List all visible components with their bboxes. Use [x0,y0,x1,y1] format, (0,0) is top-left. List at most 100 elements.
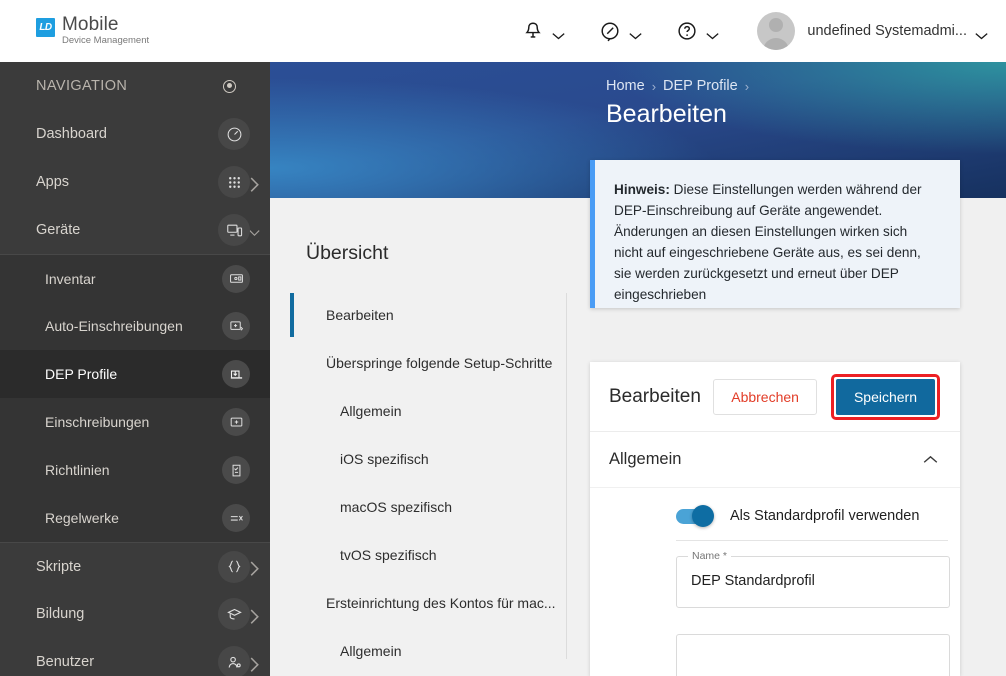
help-menu[interactable] [672,14,723,48]
overview-nav-list: Bearbeiten Überspringe folgende Setup-Sc… [270,291,590,675]
chevron-down-icon [249,225,260,236]
save-button[interactable]: Speichern [835,378,935,415]
default-profile-toggle-row: Als Standardprofil verwenden [590,488,960,527]
sidebar-item-dashboard[interactable]: Dashboard [0,110,270,158]
top-bar: LD Mobile Device Management undefined Sy… [0,0,1006,62]
sidebar-item-skripte[interactable]: Skripte [0,542,270,590]
brand-subtitle: Device Management [62,35,150,46]
chevron-right-icon [249,561,260,576]
sidebar: NAVIGATION Dashboard Apps Geräte Inventa… [0,62,270,676]
sidebar-header: NAVIGATION [0,62,270,110]
edit-card-actions: Abbrechen Speichern [713,373,941,420]
help-question-icon [676,20,698,42]
grid-apps-icon [218,166,250,198]
graduation-cap-icon [218,598,250,630]
chevron-down-icon [552,27,566,40]
default-profile-toggle-label: Als Standardprofil verwenden [730,508,920,524]
sidebar-item-label: Apps [36,174,70,190]
dep-profile-icon [222,360,250,388]
compass-icon [599,20,621,42]
page-title: Bearbeiten [606,100,727,128]
sidebar-item-label: Dashboard [36,126,107,142]
sidebar-item-label: Geräte [36,222,81,238]
edit-card-title: Bearbeiten [609,385,701,407]
sidebar-item-label: Skripte [36,558,82,575]
breadcrumb-separator-icon: › [744,78,750,94]
overview-item-skip-allgemein[interactable]: Allgemein [270,387,590,435]
user-name: undefined Systemadmi... [807,23,967,39]
breadcrumb: Home › DEP Profile › [606,78,749,94]
notice-label: Hinweis: [614,182,670,197]
sidebar-item-dep-profile[interactable]: DEP Profile [0,350,270,398]
name-field[interactable]: Name * DEP Standardprofil [676,550,950,608]
overview-item-skip-macos[interactable]: macOS spezifisch [270,483,590,531]
breadcrumb-link-dep-profile[interactable]: DEP Profile [663,78,738,94]
chevron-down-icon [706,27,720,40]
brand-title: Mobile [62,14,119,35]
sidebar-item-label: Inventar [45,270,96,287]
sidebar-item-label: Richtlinien [45,462,110,478]
notifications-bell-icon [522,20,544,42]
explore-menu[interactable] [595,14,646,48]
overview-heading: Übersicht [306,242,389,264]
brand-mark-icon: LD [36,18,55,37]
name-field-value: DEP Standardprofil [691,573,815,589]
chevron-right-icon [249,609,260,624]
chevron-right-icon [249,657,260,672]
hinweis-notice: Hinweis: Diese Einstellungen werden währ… [590,160,960,308]
breadcrumb-link-home[interactable]: Home [606,78,645,94]
notifications-menu[interactable] [518,14,569,48]
enroll-icon [222,408,250,436]
overview-item-account-setup[interactable]: Ersteinrichtung des Kontos für mac... [270,579,590,627]
edit-card-header: Bearbeiten Abbrechen Speichern [590,362,960,432]
section-header-allgemein[interactable]: Allgemein [590,432,960,488]
overview-item-bearbeiten[interactable]: Bearbeiten [270,291,590,339]
sidebar-header-label: NAVIGATION [36,78,128,94]
chevron-down-icon [629,27,643,40]
collapse-sidebar-icon[interactable] [223,79,236,93]
sidebar-item-label: Benutzer [36,654,95,670]
save-button-highlight: Speichern [830,373,941,420]
overview-item-skip-tvos[interactable]: tvOS spezifisch [270,531,590,579]
overview-item-account-allgemein[interactable]: Allgemein [270,627,590,675]
section-title: Allgemein [609,450,682,468]
cancel-button[interactable]: Abbrechen [713,378,817,415]
sidebar-item-inventar[interactable]: Inventar [0,254,270,302]
sidebar-item-richtlinien[interactable]: Richtlinien [0,446,270,494]
overview-item-skip-ios[interactable]: iOS spezifisch [270,435,590,483]
sidebar-item-auto-einschreibungen[interactable]: Auto-Einschreibungen [0,302,270,350]
edit-card: Bearbeiten Abbrechen Speichern Allgemein… [590,362,960,676]
default-profile-toggle[interactable] [676,505,714,527]
overview-item-skip-setup-steps[interactable]: Überspringe folgende Setup-Schritte [270,339,590,387]
chevron-down-icon [975,27,988,40]
rules-icon [222,504,250,532]
brand-logo[interactable]: LD Mobile Device Management [36,15,149,47]
sidebar-item-regelwerke[interactable]: Regelwerke [0,494,270,542]
top-bar-actions: undefined Systemadmi... [518,12,988,50]
overview-panel: Übersicht Bearbeiten Überspringe folgend… [270,198,590,676]
chevron-right-icon [249,177,260,192]
sidebar-item-benutzer[interactable]: Benutzer [0,638,270,676]
notice-text: Diese Einstellungen werden während der D… [614,182,922,302]
speedometer-icon [218,118,250,150]
name-field-label: Name * [688,550,732,562]
users-icon [218,646,250,676]
chevron-up-icon [923,455,938,463]
user-account-menu[interactable]: undefined Systemadmi... [757,12,988,50]
sidebar-item-bildung[interactable]: Bildung [0,590,270,638]
devices-icon [218,214,250,246]
sidebar-item-label: Einschreibungen [45,414,150,430]
sidebar-item-label: DEP Profile [45,366,118,382]
braces-code-icon [218,550,250,583]
sidebar-item-label: Regelwerke [45,510,119,526]
breadcrumb-separator-icon: › [651,78,657,94]
auto-enroll-icon [222,312,250,340]
sidebar-item-label: Bildung [36,606,85,622]
sidebar-item-geraete[interactable]: Geräte [0,206,270,254]
sidebar-item-apps[interactable]: Apps [0,158,270,206]
inventory-icon [222,264,250,293]
field-divider [676,540,948,541]
secondary-field[interactable] [676,634,950,676]
policy-icon [222,456,250,484]
sidebar-item-einschreibungen[interactable]: Einschreibungen [0,398,270,446]
